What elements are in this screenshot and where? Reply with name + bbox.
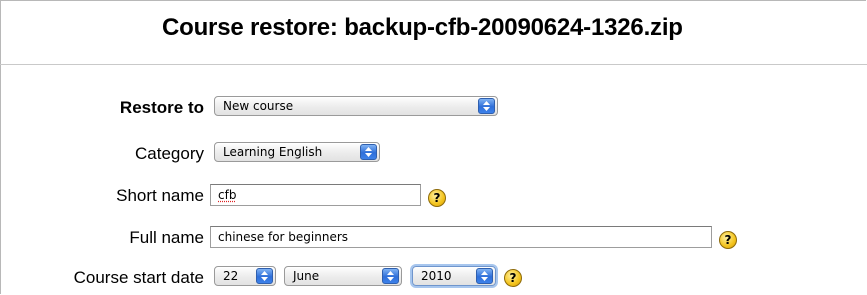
restore-to-row: Restore to New course <box>0 94 867 122</box>
restore-to-select[interactable]: New course <box>214 96 498 116</box>
page-header: Course restore: backup-cfb-20090624-1326… <box>0 0 867 65</box>
help-question-icon[interactable]: ? <box>504 269 522 287</box>
restore-to-value: New course <box>223 99 294 113</box>
help-question-icon[interactable]: ? <box>719 231 737 249</box>
start-month-select[interactable]: June <box>284 266 402 286</box>
start-month-value: June <box>293 269 320 283</box>
start-date-row: Course start date 22 June 2010 ? <box>0 264 867 292</box>
help-question-icon[interactable]: ? <box>428 189 446 207</box>
short-name-input[interactable]: cfb <box>210 184 421 206</box>
full-name-row: Full name chinese for beginners ? <box>0 224 867 252</box>
short-name-label: Short name <box>116 186 204 205</box>
start-day-select[interactable]: 22 <box>214 266 276 286</box>
updown-arrows-icon <box>476 268 493 284</box>
updown-arrows-icon <box>382 268 399 284</box>
category-value: Learning English <box>223 145 323 159</box>
start-year-value: 2010 <box>421 269 452 283</box>
updown-arrows-icon <box>360 144 377 160</box>
start-date-label: Course start date <box>73 268 204 287</box>
restore-to-label: Restore to <box>119 98 204 117</box>
short-name-row: Short name cfb ? <box>0 182 867 210</box>
category-row: Category Learning English <box>0 140 867 168</box>
full-name-label: Full name <box>129 228 204 247</box>
updown-arrows-icon <box>256 268 273 284</box>
short-name-value: cfb <box>218 188 237 202</box>
full-name-input[interactable]: chinese for beginners <box>210 226 712 248</box>
start-year-select[interactable]: 2010 <box>412 266 496 286</box>
category-label: Category <box>135 144 204 163</box>
updown-arrows-icon <box>478 98 495 114</box>
category-select[interactable]: Learning English <box>214 142 380 162</box>
page-title: Course restore: backup-cfb-20090624-1326… <box>162 14 683 41</box>
full-name-value: chinese for beginners <box>218 230 349 244</box>
start-day-value: 22 <box>223 269 239 283</box>
